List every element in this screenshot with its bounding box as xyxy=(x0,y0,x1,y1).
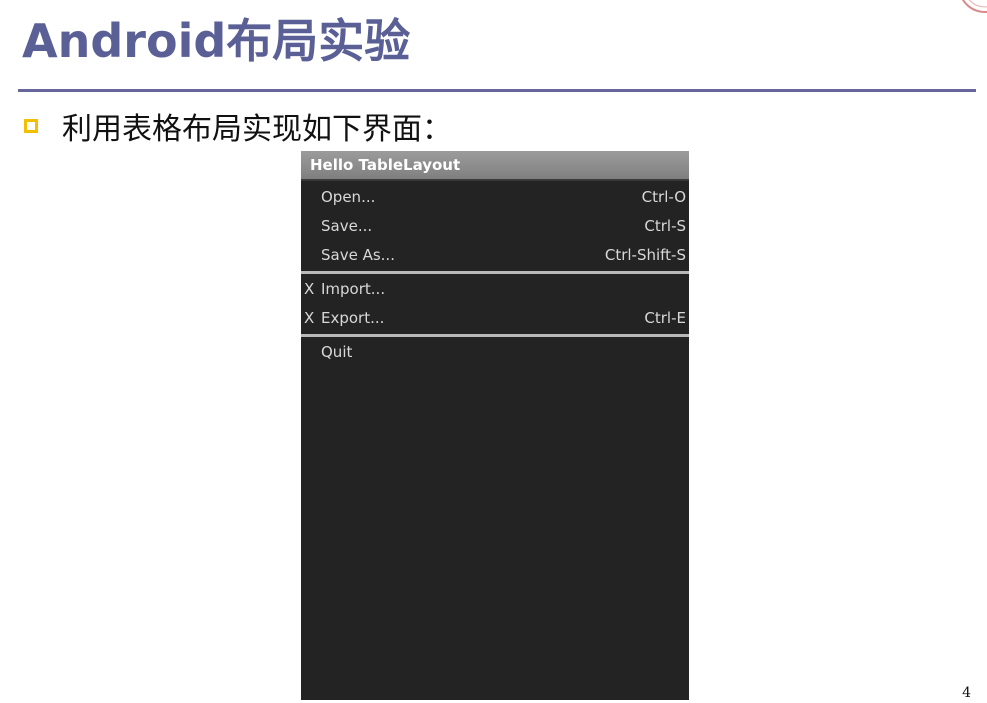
menu-row-import[interactable]: X Import... xyxy=(301,275,689,304)
menu-divider xyxy=(301,271,689,274)
menu-divider xyxy=(301,334,689,337)
bullet-text: 利用表格布局实现如下界面： xyxy=(62,112,452,147)
menu-label: Save As... xyxy=(321,246,395,264)
menu-label: Save... xyxy=(321,217,373,235)
menu-shortcut: Ctrl-O xyxy=(641,188,686,206)
menu-mark: X xyxy=(304,309,315,327)
menu-shortcut: Ctrl-E xyxy=(644,309,686,327)
menu-row-quit[interactable]: Quit xyxy=(301,338,689,367)
menu-label: Export... xyxy=(321,309,385,327)
menu-row-open[interactable]: Open... Ctrl-O xyxy=(301,183,689,212)
page-number: 4 xyxy=(962,685,971,701)
bullet-item: 利用表格布局实现如下界面： xyxy=(24,104,452,148)
android-screenshot: Hello TableLayout Open... Ctrl-O Save...… xyxy=(301,151,689,700)
menu-label: Import... xyxy=(321,280,386,298)
square-bullet-icon xyxy=(24,119,38,133)
app-title-bar: Hello TableLayout xyxy=(301,151,689,181)
menu-row-save-as[interactable]: Save As... Ctrl-Shift-S xyxy=(301,241,689,270)
menu-label: Quit xyxy=(321,343,353,361)
menu-row-export[interactable]: X Export... Ctrl-E xyxy=(301,304,689,333)
menu-mark: X xyxy=(304,280,315,298)
menu-shortcut: Ctrl-Shift-S xyxy=(604,246,686,264)
slide-title: Android布局实验 xyxy=(22,14,411,68)
menu-shortcut: Ctrl-S xyxy=(644,217,686,235)
title-divider xyxy=(18,89,976,92)
menu-row-save[interactable]: Save... Ctrl-S xyxy=(301,212,689,241)
menu-label: Open... xyxy=(321,188,376,206)
seal-logo-icon xyxy=(961,0,987,13)
